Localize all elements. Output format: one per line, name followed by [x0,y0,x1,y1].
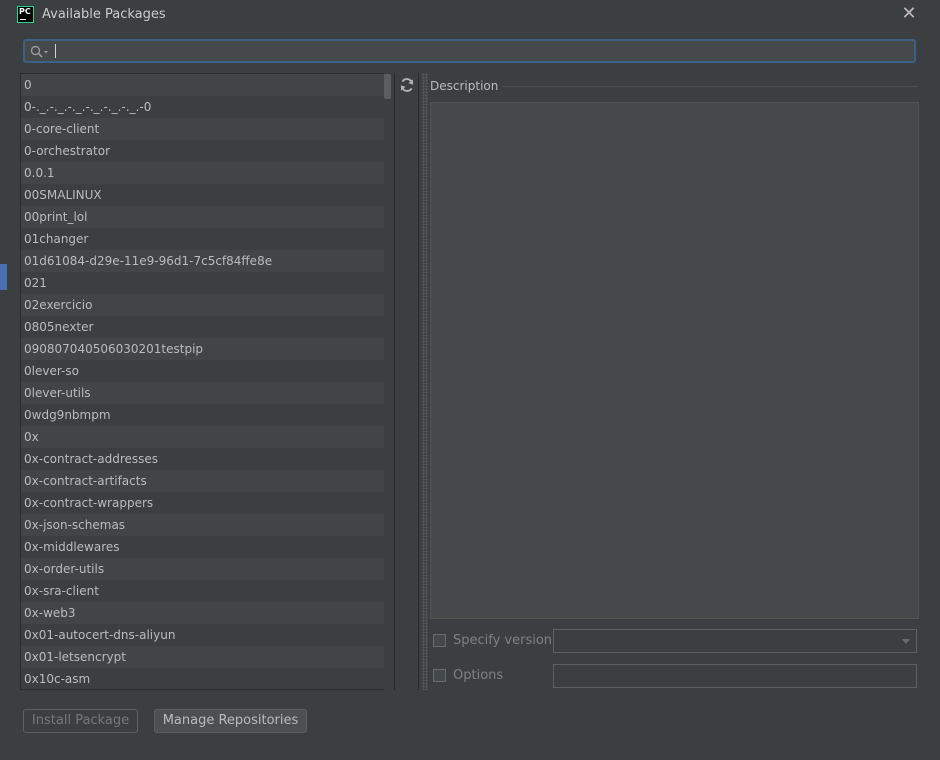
package-list-item[interactable]: 0x-middlewares [21,536,391,558]
package-list-item[interactable]: 0 [21,74,391,96]
pycharm-app-icon: PC [17,6,34,23]
package-list-item[interactable]: 0-orchestrator [21,140,391,162]
package-list-item[interactable]: 0x-contract-wrappers [21,492,391,514]
package-list-item[interactable]: 00SMALINUX [21,184,391,206]
package-list-item[interactable]: 00print_lol [21,206,391,228]
package-list-item[interactable]: 021 [21,272,391,294]
options-input[interactable] [553,664,917,688]
refresh-icon[interactable] [399,77,415,93]
available-packages-dialog: PC Available Packages ✕ 0 0-._.-._.-._.-.… [8,0,932,752]
package-list-item[interactable]: 0x-contract-artifacts [21,470,391,492]
package-list-item[interactable]: 0lever-so [21,360,391,382]
package-list-item[interactable]: 02exercicio [21,294,391,316]
package-list-item[interactable]: 0x10c-asm [21,668,391,689]
install-package-button[interactable]: Install Package [23,709,138,733]
search-icon[interactable] [30,45,50,59]
options-checkbox[interactable] [433,669,446,682]
package-list-item[interactable]: 0lever-utils [21,382,391,404]
package-list-item[interactable]: 01d61084-d29e-11e9-96d1-7c5cf84ffe8e [21,250,391,272]
background-ide-strip-right [932,0,940,760]
manage-repositories-button[interactable]: Manage Repositories [154,709,307,733]
version-dropdown[interactable] [553,629,917,653]
package-list-item[interactable]: 0-core-client [21,118,391,140]
package-list-item[interactable]: 0wdg9nbmpm [21,404,391,426]
package-list-scrollbar[interactable] [384,73,392,690]
options-label: Options [453,668,504,683]
background-selection [0,264,7,290]
text-caret [55,44,56,58]
package-list[interactable]: 0 0-._.-._.-._.-._.-._.-._.-0 0-core-clien… [20,73,392,690]
specify-version-label: Specify version [453,633,553,648]
package-list-item[interactable]: 01changer [21,228,391,250]
package-list-item[interactable]: 0x-web3 [21,602,391,624]
chevron-down-icon [902,639,910,644]
app-icon-text: PC [19,7,31,16]
package-search-input[interactable] [23,39,916,63]
panel-splitter[interactable] [422,73,428,690]
package-list-item[interactable]: 0.0.1 [21,162,391,184]
package-list-item[interactable]: 0x-contract-addresses [21,448,391,470]
package-list-item[interactable]: 0x01-autocert-dns-aliyun [21,624,391,646]
package-list-item[interactable]: 0x01-letsencrypt [21,646,391,668]
package-list-item[interactable]: 0x [21,426,391,448]
package-list-item[interactable]: 0x-order-utils [21,558,391,580]
package-list-item[interactable]: 0805nexter [21,316,391,338]
dialog-title: Available Packages [42,7,166,22]
package-list-item[interactable]: 0x-json-schemas [21,514,391,536]
background-ide-strip [0,0,8,760]
close-icon[interactable]: ✕ [898,3,920,25]
specify-version-checkbox[interactable] [433,634,446,647]
package-list-item[interactable]: 0-._.-._.-._.-._.-._.-._.-0 [21,96,391,118]
description-label: Description [430,79,503,93]
background-ide-strip-bottom [0,752,940,760]
package-list-item[interactable]: 0x-sra-client [21,580,391,602]
list-toolbar [394,73,419,690]
description-panel [430,102,919,619]
scrollbar-thumb[interactable] [384,74,391,99]
package-list-item[interactable]: 090807040506030201testpip [21,338,391,360]
description-separator [496,86,918,87]
title-bar: PC Available Packages ✕ [8,0,932,30]
